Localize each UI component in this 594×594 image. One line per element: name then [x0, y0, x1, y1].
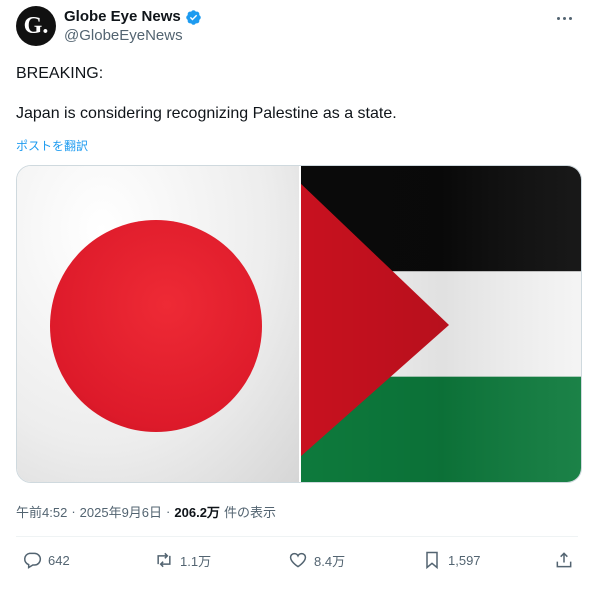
- handle[interactable]: @GlobeEyeNews: [64, 26, 202, 46]
- repost-count: 1.1万: [180, 553, 212, 569]
- like-count: 8.4万: [314, 553, 346, 569]
- divider: [16, 536, 578, 537]
- post-meta: 午前4:52 · 2025年9月6日 · 206.2万 件の表示: [16, 502, 276, 521]
- repost-icon: [157, 552, 171, 568]
- bookmark-count: 1,597: [448, 552, 481, 568]
- reply-icon: [24, 552, 42, 569]
- more-options-icon[interactable]: [552, 8, 576, 28]
- heart-icon: [289, 552, 307, 568]
- japan-flag-sun: [50, 220, 262, 432]
- japan-flag-image[interactable]: [17, 166, 299, 482]
- post-time[interactable]: 午前4:52: [16, 502, 67, 521]
- author-info: Globe Eye News @GlobeEyeNews: [64, 8, 202, 46]
- view-label: 件の表示: [223, 505, 276, 520]
- meta-separator: ·: [71, 504, 76, 519]
- palestine-flag-graphic: [301, 166, 581, 482]
- reply-count: 642: [48, 552, 70, 568]
- share-icon: [556, 552, 572, 568]
- post-text: BREAKING: Japan is considering recognizi…: [16, 65, 397, 122]
- view-count: 206.2万: [174, 505, 220, 520]
- like-button[interactable]: 8.4万: [288, 550, 345, 570]
- share-button[interactable]: [554, 550, 574, 570]
- meta-separator: ·: [166, 504, 171, 519]
- palestine-flag-image[interactable]: [301, 166, 581, 482]
- bookmark-button[interactable]: 1,597: [422, 550, 481, 570]
- avatar[interactable]: G.: [16, 6, 56, 46]
- bookmark-icon: [426, 551, 438, 570]
- post-media[interactable]: [16, 165, 582, 483]
- author-name-row: Globe Eye News: [64, 8, 202, 26]
- repost-button[interactable]: 1.1万: [154, 550, 211, 570]
- post-date[interactable]: 2025年9月6日: [80, 502, 162, 521]
- verified-badge-icon: [185, 9, 201, 25]
- translate-link[interactable]: ポストを翻訳: [16, 137, 88, 154]
- post-header: G. Globe Eye News @GlobeEyeNews: [16, 6, 578, 48]
- display-name[interactable]: Globe Eye News: [64, 8, 181, 26]
- reply-button[interactable]: 642: [22, 550, 70, 570]
- action-bar: 642 1.1万 8.4万 1,597: [16, 550, 578, 576]
